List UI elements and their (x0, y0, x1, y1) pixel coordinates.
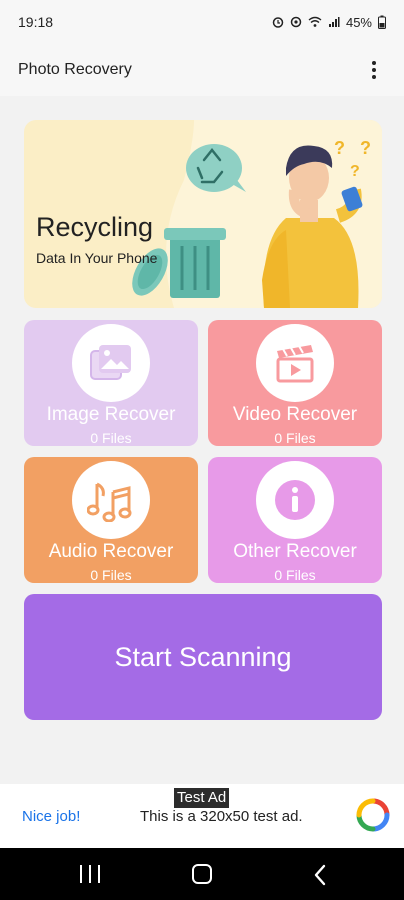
home-icon[interactable] (192, 864, 212, 884)
other-recover-card[interactable]: Other Recover 0 Files (208, 457, 382, 583)
signal-icon (328, 17, 340, 27)
ad-banner[interactable]: Test Ad Nice job! This is a 320x50 test … (0, 784, 404, 848)
wifi-icon (308, 16, 322, 27)
app-bar: Photo Recovery (0, 44, 404, 96)
video-recover-title: Video Recover (232, 404, 358, 425)
main-content: ? ? ? Recycling Data In Your Phone Image… (0, 96, 404, 784)
ad-nice-job-text[interactable]: Nice job! (22, 808, 80, 825)
image-recover-count: 0 Files (90, 430, 132, 446)
status-bar: 19:18 45% (0, 0, 404, 44)
video-recover-card[interactable]: Video Recover 0 Files (208, 320, 382, 446)
image-recover-title: Image Recover (46, 404, 176, 425)
image-icon (72, 324, 150, 402)
more-vert-icon[interactable] (362, 58, 386, 82)
svg-text:?: ? (350, 163, 360, 180)
recent-apps-icon[interactable] (80, 865, 100, 883)
clapperboard-icon (256, 324, 334, 402)
start-scanning-button[interactable]: Start Scanning (24, 594, 382, 720)
ad-logo-icon[interactable] (356, 798, 390, 832)
image-recover-card[interactable]: Image Recover 0 Files (24, 320, 198, 446)
status-icons: 45% (272, 15, 386, 30)
banner-title: Recycling (36, 212, 154, 242)
video-recover-count: 0 Files (274, 430, 316, 446)
ad-description: This is a 320x50 test ad. (140, 808, 303, 825)
start-scanning-label: Start Scanning (114, 641, 292, 672)
banner-subtitle: Data In Your Phone (36, 250, 158, 266)
audio-recover-card[interactable]: Audio Recover 0 Files (24, 457, 198, 583)
battery-icon (378, 15, 386, 29)
system-nav-bar (0, 848, 404, 900)
app-title: Photo Recovery (18, 61, 132, 78)
svg-text:?: ? (360, 138, 371, 158)
svg-text:?: ? (334, 138, 345, 158)
status-time: 19:18 (18, 14, 54, 30)
nfc-icon (290, 16, 302, 28)
alarm-icon (272, 17, 284, 28)
audio-recover-title: Audio Recover (48, 541, 174, 562)
info-icon (256, 461, 334, 539)
audio-recover-count: 0 Files (90, 567, 132, 583)
back-icon[interactable] (310, 863, 330, 887)
battery-percent: 45% (345, 14, 372, 30)
music-notes-icon (72, 461, 150, 539)
test-ad-badge: Test Ad (174, 788, 230, 808)
other-recover-count: 0 Files (274, 567, 316, 583)
other-recover-title: Other Recover (233, 541, 357, 562)
recycling-banner: ? ? ? Recycling Data In Your Phone (24, 120, 382, 308)
